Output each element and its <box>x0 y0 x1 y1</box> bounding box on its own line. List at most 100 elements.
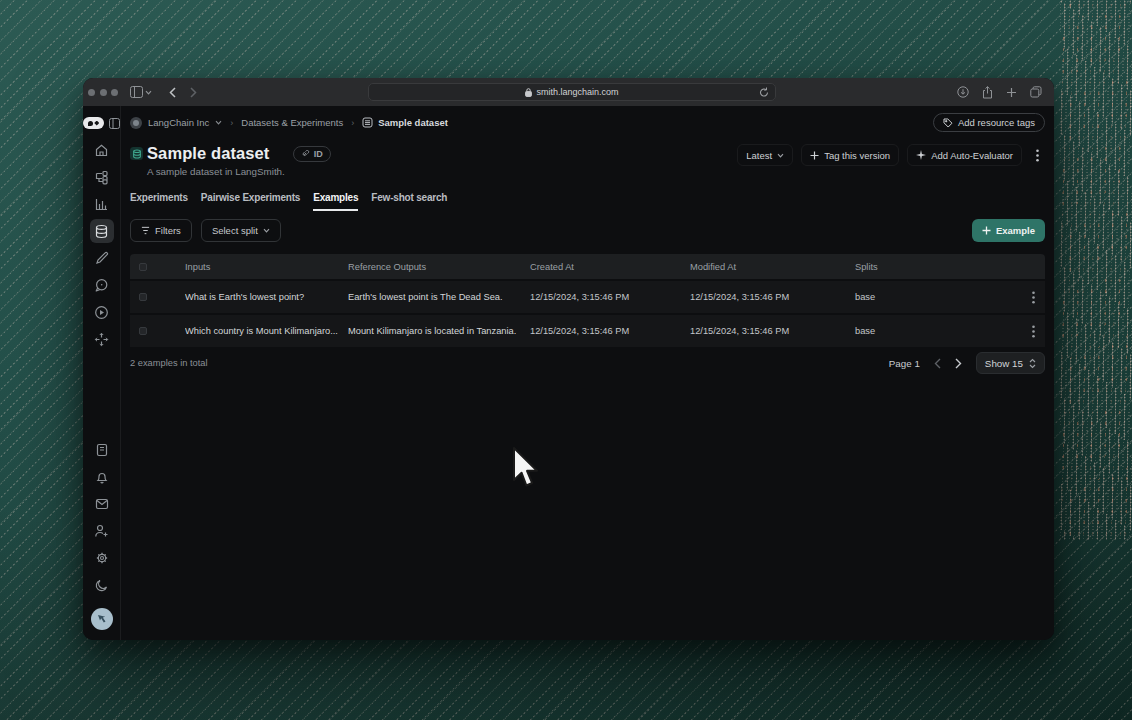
sparkle-icon <box>916 150 926 160</box>
reload-icon[interactable] <box>759 87 769 98</box>
table-row[interactable]: Which country is Mount Kilimanjaro... Mo… <box>130 315 1045 347</box>
col-splits: Splits <box>855 262 1021 272</box>
dataset-id-button[interactable]: ID <box>293 146 331 162</box>
browser-chrome: smith.langchain.com <box>83 78 1054 106</box>
examples-toolbar: Filters Select split Example <box>130 219 1045 242</box>
zoom-window-button[interactable] <box>111 89 118 96</box>
row-checkbox[interactable] <box>139 293 147 301</box>
org-avatar <box>130 117 142 129</box>
user-avatar[interactable] <box>91 608 113 630</box>
browser-window: smith.langchain.com <box>83 78 1054 640</box>
sidebar-item-tracing[interactable] <box>90 165 114 189</box>
chevron-down-icon <box>777 153 784 158</box>
sidebar-item-annotation[interactable] <box>90 246 114 270</box>
plus-icon <box>810 151 819 160</box>
back-button[interactable] <box>169 87 176 98</box>
plus-icon <box>982 226 991 235</box>
page-indicator: Page 1 <box>889 358 920 369</box>
page-size-select[interactable]: Show 15 <box>976 352 1045 374</box>
lock-icon <box>525 88 532 97</box>
app-topbar: LangChain Inc › Datasets & Experiments ›… <box>130 106 1045 139</box>
langsmith-logo[interactable] <box>83 117 104 129</box>
chevron-down-icon <box>263 228 270 233</box>
stepper-icon <box>1029 358 1036 369</box>
tab-experiments[interactable]: Experiments <box>130 192 188 211</box>
address-bar[interactable]: smith.langchain.com <box>368 83 776 101</box>
org-switcher[interactable]: LangChain Inc <box>130 117 222 129</box>
sidebar-item-docs[interactable] <box>90 438 114 462</box>
tab-overview-icon[interactable] <box>1030 86 1042 98</box>
close-window-button[interactable] <box>88 89 95 96</box>
cell-reference-outputs: Mount Kilimanjaro is located in Tanzania… <box>348 326 530 336</box>
row-checkbox[interactable] <box>139 327 147 335</box>
dataset-menu-button[interactable] <box>1030 149 1045 162</box>
new-tab-icon[interactable] <box>1006 87 1017 98</box>
share-icon[interactable] <box>982 86 993 99</box>
table-footer: 2 examples in total Page 1 Show 15 <box>130 352 1045 374</box>
tab-few-shot-search[interactable]: Few-shot search <box>371 192 447 211</box>
sidebar-item-deployments[interactable] <box>90 327 114 351</box>
org-name[interactable]: LangChain Inc <box>148 117 209 128</box>
table-row[interactable]: What is Earth's lowest point? Earth's lo… <box>130 281 1045 313</box>
minimize-window-button[interactable] <box>100 89 107 96</box>
url-text: smith.langchain.com <box>536 87 618 97</box>
cell-inputs[interactable]: What is Earth's lowest point? <box>185 292 348 302</box>
breadcrumb-separator: › <box>230 118 233 128</box>
col-reference-outputs: Reference Outputs <box>348 262 530 272</box>
select-split-dropdown[interactable]: Select split <box>201 219 281 242</box>
col-inputs: Inputs <box>185 262 348 272</box>
forward-button[interactable] <box>190 87 197 98</box>
sidebar-item-notifications[interactable] <box>90 465 114 489</box>
sidebar-item-prompts[interactable] <box>90 273 114 297</box>
cell-splits: base <box>855 326 1021 336</box>
dataset-tabs: Experiments Pairwise Experiments Example… <box>130 192 1045 211</box>
app-main: LangChain Inc › Datasets & Experiments ›… <box>121 106 1054 640</box>
tag-version-button[interactable]: Tag this version <box>801 144 899 166</box>
filter-icon <box>141 226 150 235</box>
collapse-sidebar-icon[interactable] <box>108 117 120 129</box>
next-page-button[interactable] <box>955 358 962 369</box>
dataset-subtitle: A sample dataset in LangSmith. <box>147 166 285 177</box>
total-count: 2 examples in total <box>130 358 208 368</box>
breadcrumb-page[interactable]: Sample dataset <box>362 117 448 128</box>
downloads-icon[interactable] <box>957 86 969 98</box>
prev-page-button[interactable] <box>934 358 941 369</box>
cell-modified-at: 12/15/2024, 3:15:46 PM <box>690 292 855 302</box>
browser-sidebar-toggle[interactable] <box>130 86 152 98</box>
add-example-button[interactable]: Example <box>972 219 1045 242</box>
tab-pairwise-experiments[interactable]: Pairwise Experiments <box>201 192 300 211</box>
filters-button[interactable]: Filters <box>130 219 192 242</box>
add-auto-evaluator-button[interactable]: Add Auto-Evaluator <box>907 144 1022 166</box>
sidebar-item-playground[interactable] <box>90 300 114 324</box>
tag-icon <box>943 118 953 128</box>
cell-created-at: 12/15/2024, 3:15:46 PM <box>530 292 690 302</box>
cell-created-at: 12/15/2024, 3:15:46 PM <box>530 326 690 336</box>
chevron-down-icon <box>215 120 222 125</box>
breadcrumb-section[interactable]: Datasets & Experiments <box>241 117 343 128</box>
sidebar-item-monitoring[interactable] <box>90 192 114 216</box>
version-select[interactable]: Latest <box>737 144 793 166</box>
app-root: LangChain Inc › Datasets & Experiments ›… <box>83 106 1054 640</box>
examples-table: Inputs Reference Outputs Created At Modi… <box>130 254 1045 347</box>
page-title: Sample dataset <box>147 144 269 163</box>
row-menu-button[interactable] <box>1021 325 1045 338</box>
cell-splits: base <box>855 292 1021 302</box>
select-all-checkbox[interactable] <box>139 263 147 271</box>
traffic-lights[interactable] <box>88 89 118 96</box>
sidebar-item-home[interactable] <box>90 138 114 162</box>
mouse-cursor <box>511 446 541 490</box>
tab-examples[interactable]: Examples <box>313 192 358 211</box>
sidebar-item-invite[interactable] <box>90 519 114 543</box>
col-created-at: Created At <box>530 262 690 272</box>
sidebar-item-settings[interactable] <box>90 546 114 570</box>
cell-reference-outputs: Earth's lowest point is The Dead Sea. <box>348 292 530 302</box>
sidebar-item-mail[interactable] <box>90 492 114 516</box>
dataset-type-icon <box>130 147 143 160</box>
dataset-header: Sample dataset A sample dataset in LangS… <box>130 144 1045 177</box>
sidebar-item-theme[interactable] <box>90 573 114 597</box>
cell-inputs[interactable]: Which country is Mount Kilimanjaro... <box>185 326 348 336</box>
row-menu-button[interactable] <box>1021 291 1045 304</box>
sidebar-item-datasets[interactable] <box>90 219 114 243</box>
add-resource-tags-button[interactable]: Add resource tags <box>933 113 1045 132</box>
dataset-icon <box>362 117 373 128</box>
